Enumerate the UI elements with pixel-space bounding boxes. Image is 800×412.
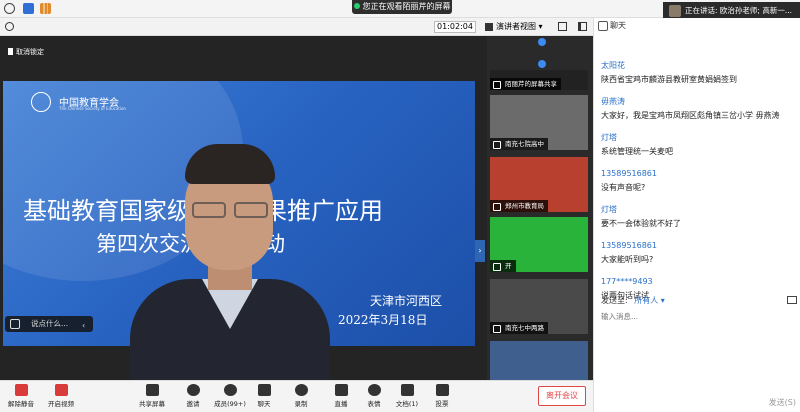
speaker-prefix: 正在讲话:	[685, 6, 718, 15]
society-logo-icon	[31, 92, 51, 112]
message-sender: 13589516861	[601, 241, 657, 250]
camera-off-icon	[54, 384, 68, 396]
chat-message: 毋燕涛大家好，我是宝鸡市凤翔区彪角镇三岔小学 毋燕涛	[601, 95, 797, 131]
start-video-button[interactable]: 开启视频	[40, 384, 82, 408]
video-tile[interactable]: 开	[490, 217, 588, 272]
video-tile[interactable]	[490, 341, 588, 380]
send-button[interactable]: 发送(S)	[769, 397, 796, 408]
tile-label: 南充七院高中	[490, 138, 548, 150]
view-mode-button[interactable]: 演讲者视图 ▾	[484, 20, 548, 34]
send-target-row: 发送至: 所有人 ▾	[601, 295, 797, 309]
speaker-names: 欧治孙老师; 高新一...	[719, 6, 792, 15]
emoji-icon	[367, 384, 381, 396]
message-text: 系统管理统一关麦吧	[601, 147, 673, 156]
invite-icon	[186, 384, 200, 396]
message-text: 没有声音呢?	[601, 183, 646, 192]
vote-button[interactable]: 投票	[421, 384, 463, 408]
message-text: 陕西省宝鸡市麟游县教研室黄娟娟签到	[601, 75, 737, 84]
slide-organizer: 天津市河西区	[370, 294, 443, 308]
chat-message: 13589516861 大家能听到吗?	[601, 239, 797, 275]
folder-icon[interactable]	[787, 296, 797, 304]
message-sender: 灯塔	[601, 205, 617, 214]
video-tile[interactable]: 南充七院高中	[490, 95, 588, 150]
shield-icon[interactable]	[23, 3, 34, 14]
live-icon	[334, 384, 348, 396]
comment-icon	[10, 319, 20, 329]
video-tile[interactable]: 郑州市教育局	[490, 157, 588, 212]
speaker-video	[90, 144, 350, 384]
message-text: 要不一会体验就不好了	[601, 219, 681, 228]
chevron-left-icon[interactable]: ‹	[82, 318, 85, 334]
meeting-timer: 01:02:04	[434, 21, 476, 33]
tile-label: 开	[490, 260, 516, 272]
message-text: 大家好，我是宝鸡市凤翔区彪角镇三岔小学 毋燕涛	[601, 111, 780, 120]
mic-muted-icon	[14, 384, 28, 396]
video-tile[interactable]: 陌丽芹的屏幕共享	[490, 70, 588, 90]
unmute-button[interactable]: 解除静音	[0, 384, 42, 408]
members-icon	[223, 384, 237, 396]
tile-label: 南充七中两路	[490, 322, 548, 334]
chat-message: 灯塔要不一会体验就不好了	[601, 203, 797, 239]
message-sender: 太阳花	[601, 61, 625, 70]
chat-input[interactable]	[601, 311, 797, 391]
invite-button[interactable]: 邀请	[172, 384, 214, 408]
fullscreen-icon[interactable]	[558, 22, 567, 31]
chat-message: 13589516861 没有声音呢?	[601, 167, 797, 203]
record-icon	[294, 384, 308, 396]
speaker-glasses	[190, 202, 270, 220]
chat-button[interactable]: 聊天	[243, 384, 285, 408]
participant-filmstrip: 陌丽芹的屏幕共享 南充七院高中 郑州市教育局 开 南充七中两路	[487, 36, 593, 380]
document-icon	[400, 384, 414, 396]
message-sender: 13589516861	[601, 169, 657, 178]
message-sender: 灯塔	[601, 133, 617, 142]
chat-message: 太阳花陕西省宝鸡市麟游县教研室黄娟娟签到	[601, 59, 797, 95]
record-button[interactable]: 录制	[280, 384, 322, 408]
shared-screen-stage: 取消锁定 中国教育学会 The Chinese Society of Educa…	[0, 36, 487, 384]
chat-message-list: 太阳花陕西省宝鸡市麟游县教研室黄娟娟签到 毋燕涛大家好，我是宝鸡市凤翔区彪角镇三…	[601, 59, 797, 311]
scroll-up-icon[interactable]	[538, 38, 546, 46]
reaction-input[interactable]: 说点什么... ‹	[5, 316, 93, 332]
chat-icon	[257, 384, 271, 396]
speaker-hair	[185, 144, 275, 184]
avatar	[669, 5, 681, 17]
send-to-label: 发送至:	[601, 296, 628, 305]
tile-label: 陌丽芹的屏幕共享	[490, 78, 561, 90]
info-circle-icon[interactable]	[5, 22, 14, 31]
message-sender: 177****9493	[601, 277, 653, 286]
tile-label: 郑州市教育局	[490, 200, 548, 212]
layout-icon[interactable]	[578, 22, 587, 31]
share-screen-button[interactable]: 共享屏幕	[131, 384, 173, 408]
meeting-controls: 解除静音 开启视频 共享屏幕 邀请 成员(99+) 聊天 录制 直播 表情 文档…	[0, 380, 593, 412]
share-banner: 您正在观看陌丽芹的屏幕	[352, 0, 452, 14]
chat-message: 灯塔系统管理统一关麦吧	[601, 131, 797, 167]
slide-date: 2022年3月18日	[338, 313, 428, 327]
chat-title: 聊天	[598, 20, 626, 31]
video-tile[interactable]: 南充七中两路	[490, 279, 588, 334]
vote-icon	[435, 384, 449, 396]
scroll-indicator-icon[interactable]	[538, 60, 546, 68]
signal-icon[interactable]	[40, 3, 51, 14]
message-text: 大家能听到吗?	[601, 255, 654, 264]
slide-logo-sub: The Chinese Society of Education	[59, 106, 126, 111]
leave-meeting-button[interactable]: 离开会议	[538, 386, 586, 406]
stage-toolbar: 01:02:04 演讲者视图 ▾	[0, 18, 593, 36]
expand-filmstrip-button[interactable]: ›	[475, 240, 485, 262]
live-dot-icon	[353, 3, 360, 9]
glasses-lens-right	[234, 202, 268, 218]
chat-panel: 聊天 太阳花陕西省宝鸡市麟游县教研室黄娟娟签到 毋燕涛大家好，我是宝鸡市凤翔区彪…	[593, 18, 800, 412]
info-icon[interactable]	[4, 3, 15, 14]
send-to-select[interactable]: 所有人 ▾	[634, 296, 665, 305]
glasses-lens-left	[192, 202, 226, 218]
unlock-button[interactable]: 取消锁定	[6, 45, 56, 59]
message-sender: 毋燕涛	[601, 97, 625, 106]
share-screen-icon	[145, 384, 159, 396]
